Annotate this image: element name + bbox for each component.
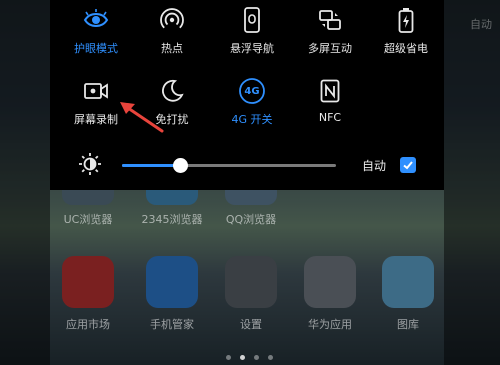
tile-multi-screen[interactable]: 多屏互动 — [292, 2, 368, 56]
floating-nav-icon — [214, 2, 290, 38]
app-label: 图库 — [397, 318, 419, 331]
app-label: QQ浏览器 — [225, 213, 277, 226]
page-dot — [254, 355, 259, 360]
app-phone-manager[interactable]: 手机管家 — [137, 256, 207, 332]
page-dot-active — [240, 355, 245, 360]
corner-auto-label: 自动 — [470, 18, 492, 31]
page-dot — [226, 355, 231, 360]
right-edge-dim — [444, 0, 500, 365]
tile-label: 护眼模式 — [74, 42, 118, 55]
auto-brightness-checkbox[interactable] — [400, 157, 416, 173]
app-label: 华为应用 — [308, 318, 352, 331]
app-settings[interactable]: 设置 — [216, 256, 286, 332]
folder-icon — [304, 256, 356, 308]
gear-icon — [225, 256, 277, 308]
brightness-slider-thumb[interactable] — [172, 158, 188, 173]
tile-nfc[interactable]: NFC — [292, 73, 368, 124]
brightness-row: 自动 — [50, 144, 444, 184]
app-market[interactable]: 应用市场 — [53, 256, 123, 332]
app-label: UC浏览器 — [63, 213, 113, 226]
tile-label: 悬浮导航 — [230, 42, 274, 55]
app-label: 手机管家 — [150, 318, 194, 331]
tile-super-power-saving[interactable]: 超级省电 — [368, 2, 444, 56]
page-dot — [268, 355, 273, 360]
auto-brightness-label: 自动 — [362, 159, 387, 173]
4g-icon: 4G — [214, 73, 290, 109]
eye-icon — [58, 2, 134, 38]
checkmark-icon — [403, 161, 413, 170]
app-huawei-apps[interactable]: 华为应用 — [295, 256, 365, 332]
left-edge-dim — [0, 0, 50, 365]
tile-label: 超级省电 — [384, 42, 428, 55]
nfc-icon — [292, 73, 368, 109]
tile-hotspot[interactable]: 热点 — [134, 2, 210, 56]
app-label: 设置 — [240, 318, 262, 331]
gallery-icon — [382, 256, 434, 308]
tile-eye-comfort[interactable]: 护眼模式 — [58, 2, 134, 56]
app-label: 2345浏览器 — [141, 213, 203, 226]
brightness-slider[interactable] — [122, 158, 336, 173]
quick-settings-panel: 护眼模式 热点 悬浮导航 多屏互动 超级省电 屏幕录制 免打扰 4G 4G 开关… — [50, 0, 444, 190]
tile-4g-switch[interactable]: 4G 4G 开关 — [214, 73, 290, 127]
annotation-arrow-icon — [120, 102, 164, 133]
tile-label: NFC — [318, 111, 342, 124]
battery-saver-icon — [368, 2, 444, 38]
hotspot-icon — [134, 2, 210, 38]
tile-floating-nav[interactable]: 悬浮导航 — [214, 2, 290, 56]
huawei-appgallery-icon — [62, 256, 114, 308]
shield-icon — [146, 256, 198, 308]
4g-icon-text: 4G — [244, 85, 260, 97]
tile-label: 热点 — [161, 42, 183, 55]
app-label: 应用市场 — [66, 318, 110, 331]
brightness-slider-fill — [122, 164, 180, 167]
tile-label: 多屏互动 — [308, 42, 352, 55]
brightness-icon — [78, 152, 102, 180]
page-indicator — [226, 355, 273, 360]
app-gallery[interactable]: 图库 — [373, 256, 443, 332]
tile-label: 4G 开关 — [231, 113, 273, 126]
multi-screen-icon — [292, 2, 368, 38]
